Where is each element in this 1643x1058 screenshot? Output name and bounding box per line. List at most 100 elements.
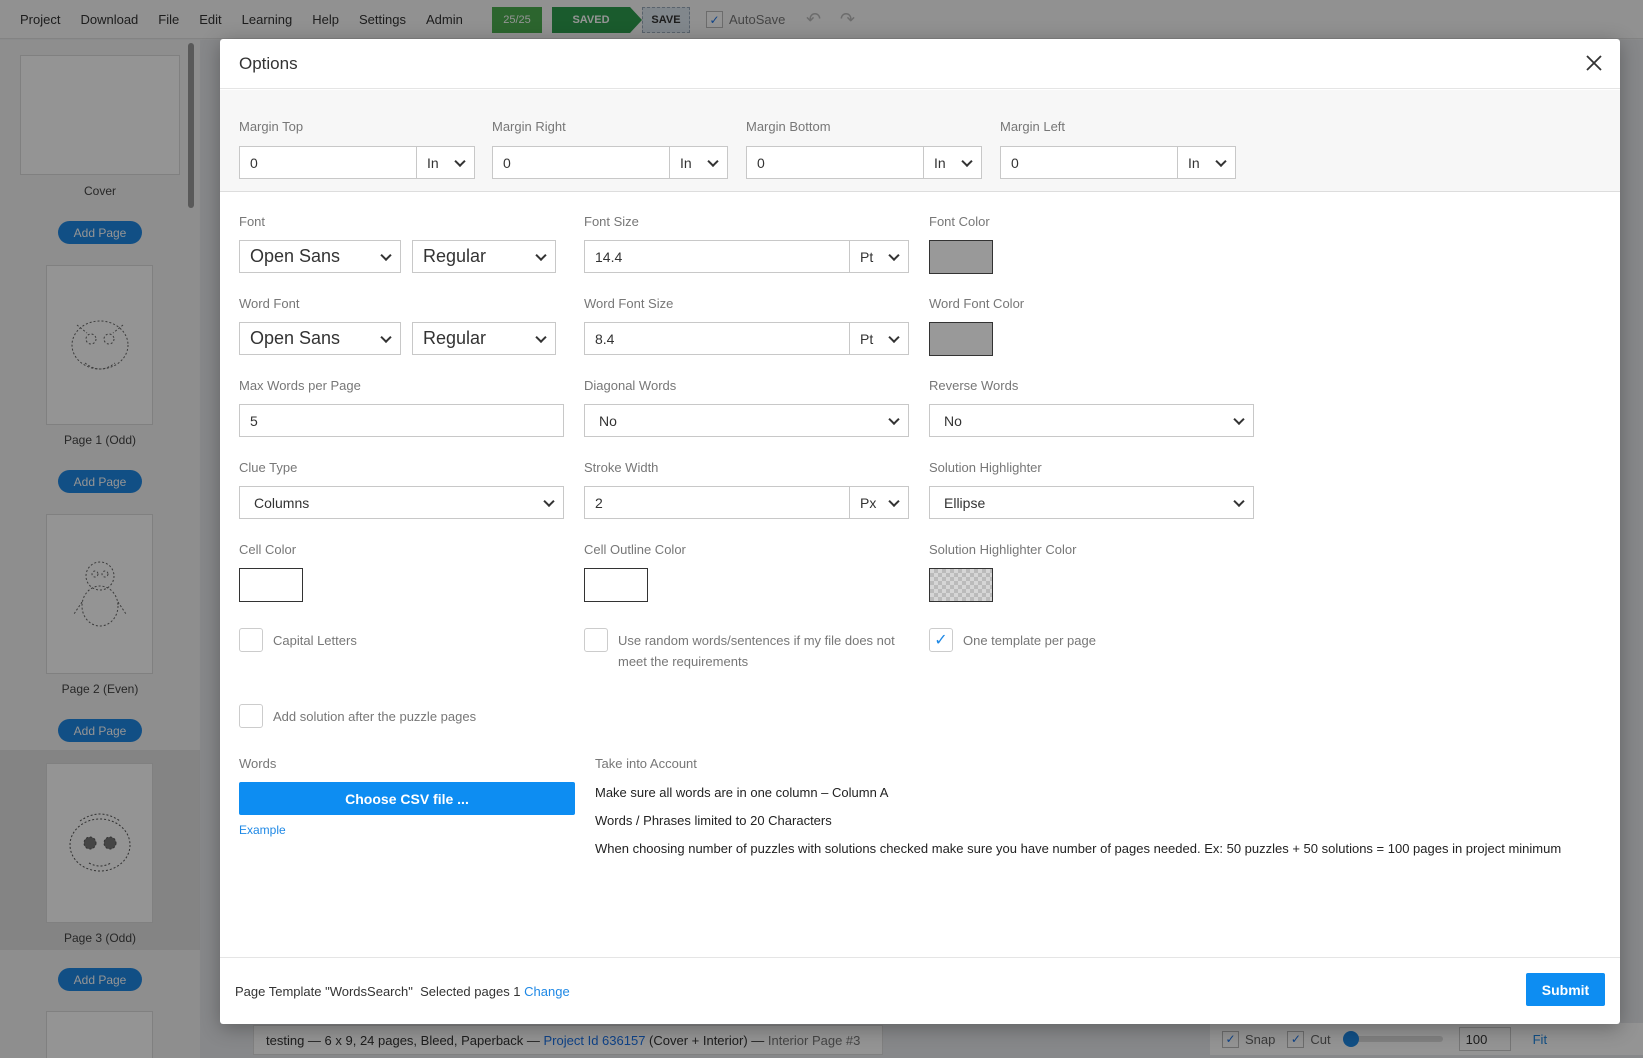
margin-bottom-input[interactable]: 0 [746, 146, 924, 179]
cell-color-swatch[interactable] [239, 568, 303, 602]
stroke-width-input[interactable]: 2 [584, 486, 850, 519]
word-font-style-select[interactable]: Regular [412, 322, 556, 355]
word-font-size-label: Word Font Size [584, 296, 674, 311]
solution-highlighter-label: Solution Highlighter [929, 460, 1042, 475]
capital-letters-label: Capital Letters [273, 633, 357, 648]
solution-highlighter-select[interactable]: Ellipse [929, 486, 1254, 519]
check-icon: ✓ [934, 632, 948, 649]
chevron-down-icon [1215, 155, 1227, 167]
example-link[interactable]: Example [239, 823, 286, 837]
clue-type-label: Clue Type [239, 460, 298, 475]
margin-right-unit-select[interactable]: In [669, 146, 728, 179]
submit-button[interactable]: Submit [1526, 973, 1605, 1006]
stroke-width-unit-select[interactable]: Px [849, 486, 909, 519]
font-label: Font [239, 214, 266, 229]
margin-left-label: Margin Left [1000, 119, 1066, 134]
word-font-style-value: Regular [423, 328, 487, 348]
one-template-checkbox[interactable]: ✓ [929, 628, 953, 652]
reverse-words-select[interactable]: No [929, 404, 1254, 437]
font-family-value: Open Sans [250, 246, 341, 266]
font-size-input[interactable]: 14.4 [584, 240, 850, 273]
close-icon[interactable] [1584, 53, 1604, 73]
margin-right-unit: In [680, 154, 692, 171]
modal-title: Options [239, 54, 298, 73]
word-font-label: Word Font [239, 296, 300, 311]
modal-footer: Page Template "WordsSearch" Selected pag… [220, 957, 1620, 1024]
word-font-family-value: Open Sans [250, 328, 341, 348]
cell-color-label: Cell Color [239, 542, 297, 557]
capital-letters-checkbox[interactable] [239, 628, 263, 652]
reverse-words-value: No [944, 412, 962, 429]
font-color-swatch[interactable] [929, 240, 993, 274]
chevron-down-icon [1233, 413, 1245, 425]
margin-bottom-label: Margin Bottom [746, 119, 831, 134]
take-into-account-label: Take into Account [595, 756, 697, 771]
margin-left-unit: In [1188, 154, 1200, 171]
word-font-size-input[interactable]: 8.4 [584, 322, 850, 355]
reverse-words-label: Reverse Words [929, 378, 1019, 393]
font-size-unit-select[interactable]: Pt [849, 240, 909, 273]
diagonal-words-value: No [599, 412, 617, 429]
margin-top-unit: In [427, 154, 439, 171]
chevron-down-icon [888, 331, 900, 343]
margin-bottom-unit: In [934, 154, 946, 171]
margin-left-unit-select[interactable]: In [1177, 146, 1236, 179]
add-solution-checkbox[interactable] [239, 704, 263, 728]
margin-right-label: Margin Right [492, 119, 566, 134]
margins-section: Margin Top 0 In Margin Right 0 In Margin… [220, 90, 1620, 192]
options-modal: Options Margin Top 0 In Margin Right 0 I… [220, 39, 1620, 1024]
solution-highlighter-value: Ellipse [944, 494, 986, 511]
margin-left-input[interactable]: 0 [1000, 146, 1178, 179]
words-label: Words [239, 756, 277, 771]
choose-csv-button[interactable]: Choose CSV file ... [239, 782, 575, 815]
max-words-input[interactable]: 5 [239, 404, 564, 437]
chevron-down-icon [535, 249, 547, 261]
chevron-down-icon [888, 495, 900, 507]
chevron-down-icon [1233, 495, 1245, 507]
note-item: Words / Phrases limited to 20 Characters [595, 813, 832, 828]
word-font-color-swatch[interactable] [929, 322, 993, 356]
stroke-width-label: Stroke Width [584, 460, 659, 475]
solution-highlighter-color-label: Solution Highlighter Color [929, 542, 1077, 557]
change-link[interactable]: Change [524, 984, 570, 999]
margin-top-input[interactable]: 0 [239, 146, 417, 179]
modal-header: Options [220, 39, 1620, 89]
font-color-label: Font Color [929, 214, 990, 229]
cell-outline-color-label: Cell Outline Color [584, 542, 686, 557]
chevron-down-icon [707, 155, 719, 167]
one-template-label: One template per page [963, 633, 1096, 648]
max-words-label: Max Words per Page [239, 378, 361, 393]
margin-right-input[interactable]: 0 [492, 146, 670, 179]
stroke-width-unit: Px [860, 494, 877, 511]
clue-type-value: Columns [254, 494, 310, 511]
word-font-size-unit: Pt [860, 330, 874, 347]
note-item: When choosing number of puzzles with sol… [595, 841, 1562, 856]
font-style-value: Regular [423, 246, 487, 266]
word-font-color-label: Word Font Color [929, 296, 1025, 311]
add-solution-label: Add solution after the puzzle pages [273, 709, 477, 724]
random-words-label: Use random words/sentences if my file do… [618, 633, 895, 669]
chevron-down-icon [961, 155, 973, 167]
font-size-label: Font Size [584, 214, 639, 229]
chevron-down-icon [888, 249, 900, 261]
random-words-checkbox[interactable] [584, 628, 608, 652]
chevron-down-icon [543, 495, 555, 507]
note-item: Make sure all words are in one column – … [595, 785, 889, 800]
clue-type-select[interactable]: Columns [239, 486, 564, 519]
font-style-select[interactable]: Regular [412, 240, 556, 273]
margin-top-label: Margin Top [239, 119, 304, 134]
font-family-select[interactable]: Open Sans [239, 240, 401, 273]
diagonal-words-label: Diagonal Words [584, 378, 677, 393]
margin-top-unit-select[interactable]: In [416, 146, 475, 179]
solution-highlighter-color-swatch[interactable] [929, 568, 993, 602]
diagonal-words-select[interactable]: No [584, 404, 909, 437]
word-font-size-unit-select[interactable]: Pt [849, 322, 909, 355]
template-info: Page Template "WordsSearch" Selected pag… [235, 984, 570, 999]
chevron-down-icon [380, 249, 392, 261]
margin-bottom-unit-select[interactable]: In [923, 146, 982, 179]
chevron-down-icon [454, 155, 466, 167]
cell-outline-color-swatch[interactable] [584, 568, 648, 602]
chevron-down-icon [380, 331, 392, 343]
font-size-unit: Pt [860, 248, 874, 265]
word-font-family-select[interactable]: Open Sans [239, 322, 401, 355]
